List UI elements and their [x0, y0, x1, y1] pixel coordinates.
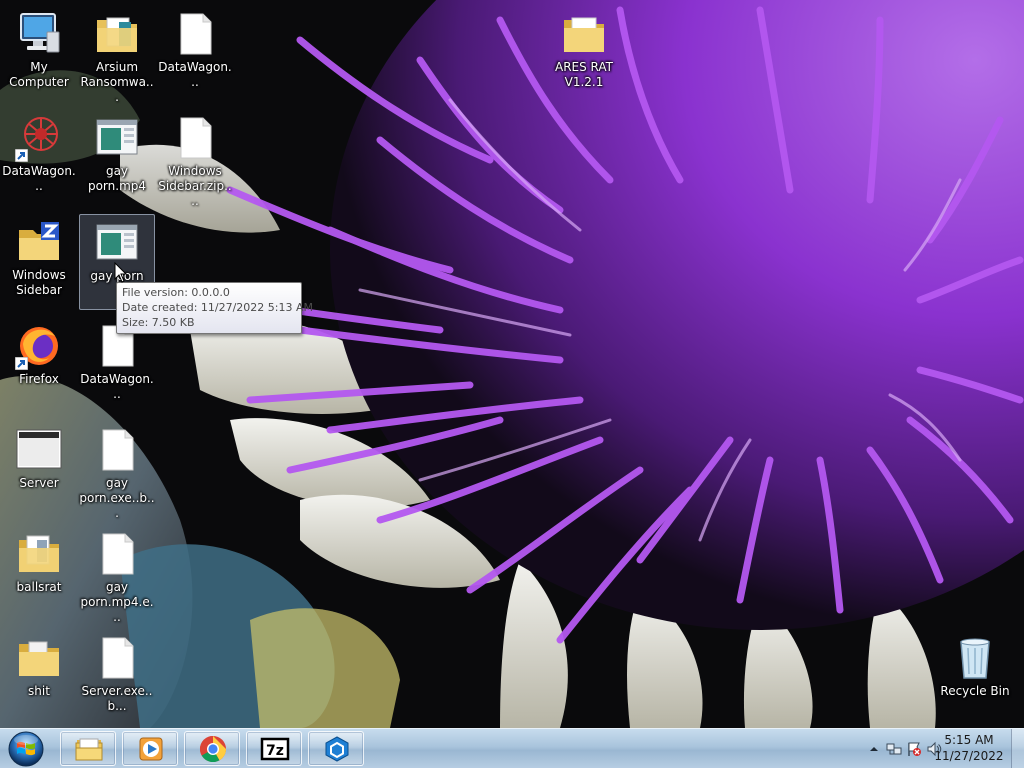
taskbar-chrome-button[interactable] — [184, 731, 240, 766]
folder-with-documents-icon — [15, 530, 63, 578]
application-window-icon — [15, 426, 63, 474]
icon-ares-rat-folder[interactable]: ARES RAT V1.2.1 — [546, 6, 622, 102]
taskbar-media-player-button[interactable] — [122, 731, 178, 766]
icon-gay-porn-exe-bak[interactable]: gay porn.exe..b... — [79, 422, 155, 520]
folder-with-documents-icon — [93, 10, 141, 58]
icon-gay-porn-mp4[interactable]: gay porn.mp4 — [79, 110, 155, 206]
system-tray: 5:15 AM 11/27/2022 — [834, 729, 1024, 769]
icon-recycle-bin[interactable]: Recycle Bin — [937, 630, 1013, 726]
desktop[interactable]: My Computer Arsium Ransomwa... DataWagon… — [0, 0, 1024, 728]
icon-shit-folder[interactable]: shit — [1, 630, 77, 726]
chrome-icon — [199, 735, 227, 763]
icon-server[interactable]: Server — [1, 422, 77, 518]
show-hidden-icons-arrow[interactable] — [866, 741, 882, 757]
icon-datawagon-file-1[interactable]: DataWagon... — [157, 6, 233, 102]
clock-time: 5:15 AM — [944, 733, 994, 747]
recycle-bin-icon — [951, 634, 999, 682]
firefox-icon — [15, 322, 63, 370]
blank-file-icon — [93, 634, 141, 682]
hexagon-icon — [325, 736, 349, 762]
svg-text:7z: 7z — [266, 743, 284, 759]
file-info-tooltip: File version: 0.0.0.0 Date created: 11/2… — [116, 282, 314, 334]
icon-firefox-shortcut[interactable]: Firefox — [1, 318, 77, 414]
folder-icon — [75, 738, 103, 761]
tooltip-date-created: Date created: 11/27/2022 5:13 AM — [122, 301, 314, 314]
blank-file-icon — [93, 530, 141, 578]
taskbar-clock[interactable]: 5:15 AM 11/27/2022 — [934, 732, 1004, 764]
icon-ballsrat-folder[interactable]: ballsrat — [1, 526, 77, 622]
taskbar-hexagon-app-button[interactable] — [308, 731, 364, 766]
folder-icon — [560, 10, 608, 58]
window-file-icon — [93, 219, 141, 267]
shortcut-arrow-icon — [15, 357, 28, 370]
icon-server-exe-bak[interactable]: Server.exe..b... — [79, 630, 155, 726]
blank-file-icon — [171, 10, 219, 58]
show-desktop-button[interactable] — [1011, 729, 1024, 768]
datawagon-logo-icon — [15, 114, 63, 162]
tooltip-file-version: File version: 0.0.0.0 — [122, 286, 230, 299]
network-icon[interactable] — [886, 741, 902, 757]
mouse-cursor-icon — [114, 262, 128, 283]
icon-windows-sidebar-zip-file[interactable]: Windows Sidebar.zip.... — [157, 110, 233, 208]
blank-file-icon — [171, 114, 219, 162]
clock-date: 11/27/2022 — [934, 749, 1004, 763]
taskbar-7zip-button[interactable]: 7z — [246, 731, 302, 766]
icon-my-computer[interactable]: My Computer — [1, 6, 77, 102]
action-center-flag-icon[interactable] — [906, 741, 922, 757]
blank-file-icon — [93, 426, 141, 474]
window-file-icon — [93, 114, 141, 162]
icon-arsium-ransomware-folder[interactable]: Arsium Ransomwa... — [79, 6, 155, 104]
folder-icon — [15, 634, 63, 682]
icon-windows-sidebar-folder[interactable]: Windows Sidebar — [1, 214, 77, 310]
icon-datawagon-shortcut[interactable]: DataWagon... — [1, 110, 77, 206]
7zip-icon: 7z — [260, 737, 290, 761]
start-button[interactable] — [4, 730, 48, 768]
shortcut-arrow-icon — [15, 149, 28, 162]
tooltip-size: Size: 7.50 KB — [122, 316, 195, 329]
zip-folder-icon — [15, 218, 63, 266]
taskbar-windows-explorer-button[interactable] — [60, 731, 116, 766]
icon-gay-porn-mp4-exe[interactable]: gay porn.mp4.e... — [79, 526, 155, 624]
taskbar: 7z 5:15 AM 11/27/2022 — [0, 728, 1024, 768]
windows-orb-icon — [8, 731, 44, 767]
media-player-icon — [139, 737, 163, 761]
computer-icon — [15, 10, 63, 58]
